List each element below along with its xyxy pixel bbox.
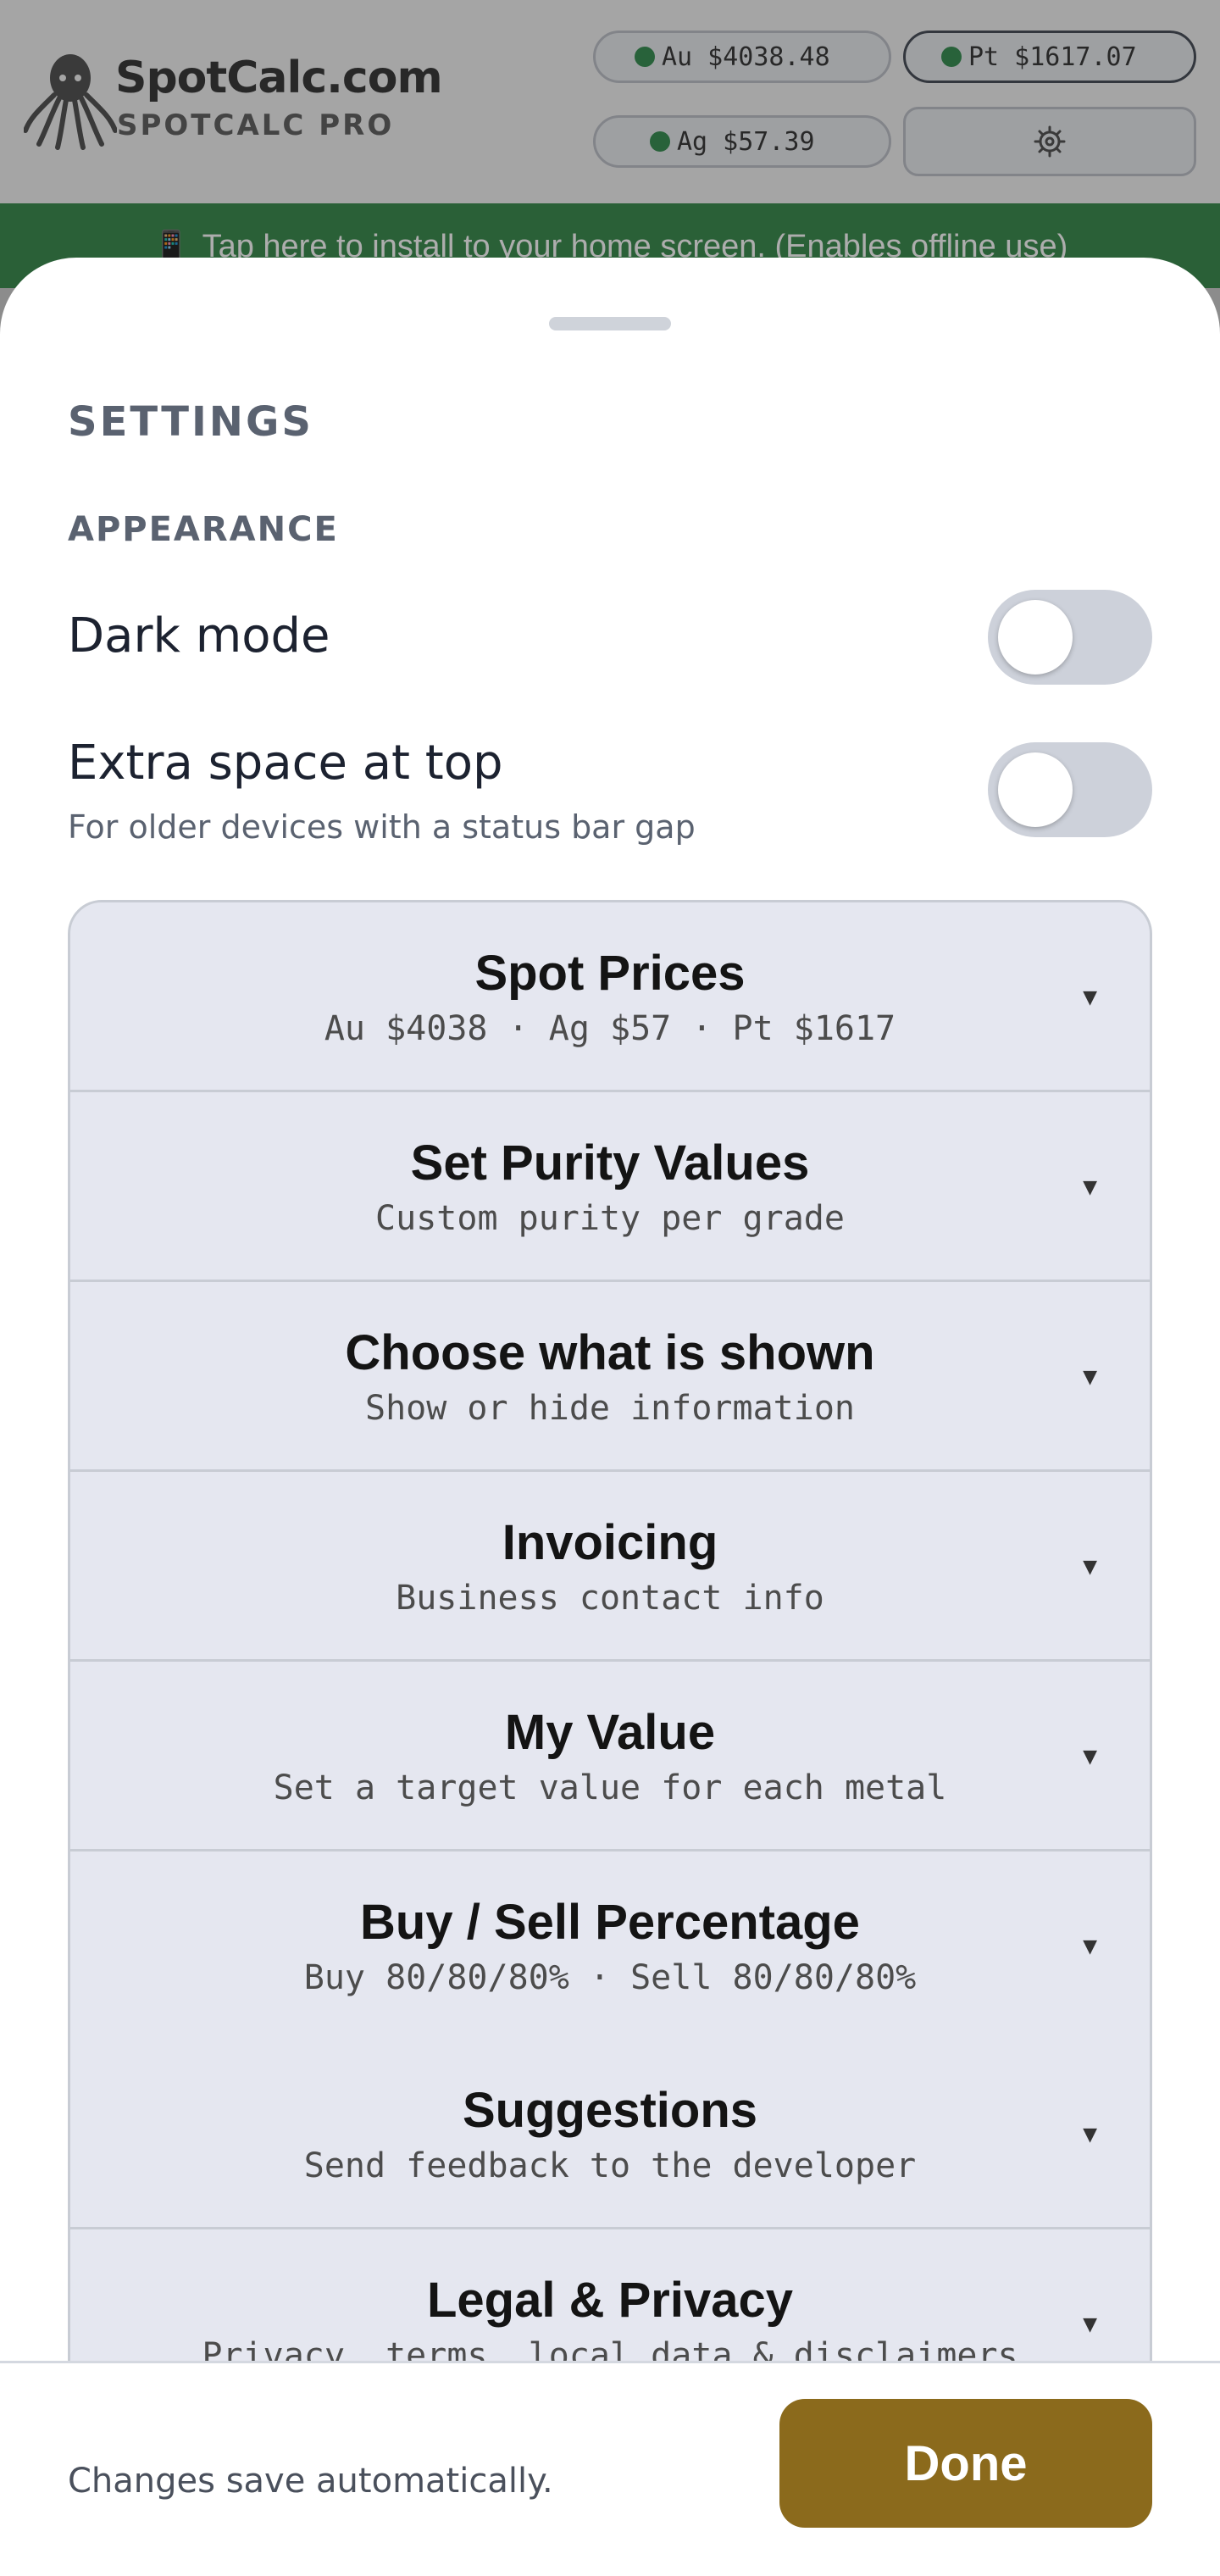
accordion-title: Legal & Privacy — [427, 2273, 793, 2328]
accordion-title: Buy / Sell Percentage — [360, 1895, 860, 1950]
accordion-subtitle: Custom purity per grade — [375, 1199, 845, 1238]
settings-sheet: SETTINGS APPEARANCE Dark mode Extra spac… — [0, 258, 1220, 2576]
accordion-purity-values[interactable]: Set Purity Values Custom purity per grad… — [70, 1092, 1150, 1282]
caret-down-icon: ▼ — [1083, 2124, 1097, 2146]
caret-down-icon: ▼ — [1083, 1746, 1097, 1768]
accordion-title: Spot Prices — [474, 946, 746, 1001]
accordion-subtitle: Set a target value for each metal — [273, 1768, 947, 1807]
autosave-note: Changes save automatically. — [68, 2462, 553, 2501]
accordion-my-value[interactable]: My Value Set a target value for each met… — [70, 1662, 1150, 1852]
caret-down-icon: ▼ — [1083, 1936, 1097, 1957]
extra-space-label: Extra space at top — [68, 736, 503, 791]
accordion-subtitle: Au $4038 · Ag $57 · Pt $1617 — [324, 1009, 896, 1048]
settings-title: SETTINGS — [68, 398, 313, 446]
toggle-knob — [998, 752, 1073, 827]
accordion-suggestions[interactable]: Suggestions Send feedback to the develop… — [70, 2040, 1150, 2229]
accordion-buy-sell[interactable]: Buy / Sell Percentage Buy 80/80/80% · Se… — [70, 1852, 1150, 2040]
caret-down-icon: ▼ — [1083, 987, 1097, 1008]
appearance-section-label: APPEARANCE — [68, 510, 339, 549]
accordion-spot-prices[interactable]: Spot Prices Au $4038 · Ag $57 · Pt $1617… — [70, 902, 1150, 1092]
sheet-footer: Changes save automatically. Done — [0, 2361, 1220, 2576]
accordion-subtitle: Business contact info — [396, 1579, 824, 1618]
dark-mode-toggle[interactable] — [988, 590, 1152, 685]
settings-accordion: Spot Prices Au $4038 · Ag $57 · Pt $1617… — [68, 900, 1152, 2391]
toggle-knob — [998, 600, 1073, 675]
accordion-subtitle: Send feedback to the developer — [303, 2146, 917, 2185]
caret-down-icon: ▼ — [1083, 1177, 1097, 1198]
extra-space-toggle[interactable] — [988, 742, 1152, 837]
done-button[interactable]: Done — [779, 2399, 1152, 2528]
accordion-invoicing[interactable]: Invoicing Business contact info ▼ — [70, 1472, 1150, 1662]
accordion-title: Invoicing — [502, 1515, 718, 1570]
caret-down-icon: ▼ — [1083, 1557, 1097, 1578]
caret-down-icon: ▼ — [1083, 2314, 1097, 2335]
accordion-title: Suggestions — [462, 2083, 758, 2138]
accordion-subtitle: Show or hide information — [365, 1389, 855, 1428]
modal-backdrop[interactable] — [0, 0, 1220, 288]
accordion-title: Choose what is shown — [345, 1325, 875, 1380]
dark-mode-label: Dark mode — [68, 608, 330, 663]
sheet-drag-handle[interactable] — [549, 317, 671, 330]
accordion-title: My Value — [504, 1705, 716, 1760]
extra-space-description: For older devices with a status bar gap — [68, 808, 696, 846]
accordion-subtitle: Buy 80/80/80% · Sell 80/80/80% — [303, 1958, 917, 1997]
accordion-choose-shown[interactable]: Choose what is shown Show or hide inform… — [70, 1282, 1150, 1472]
caret-down-icon: ▼ — [1083, 1367, 1097, 1388]
accordion-title: Set Purity Values — [410, 1135, 810, 1191]
